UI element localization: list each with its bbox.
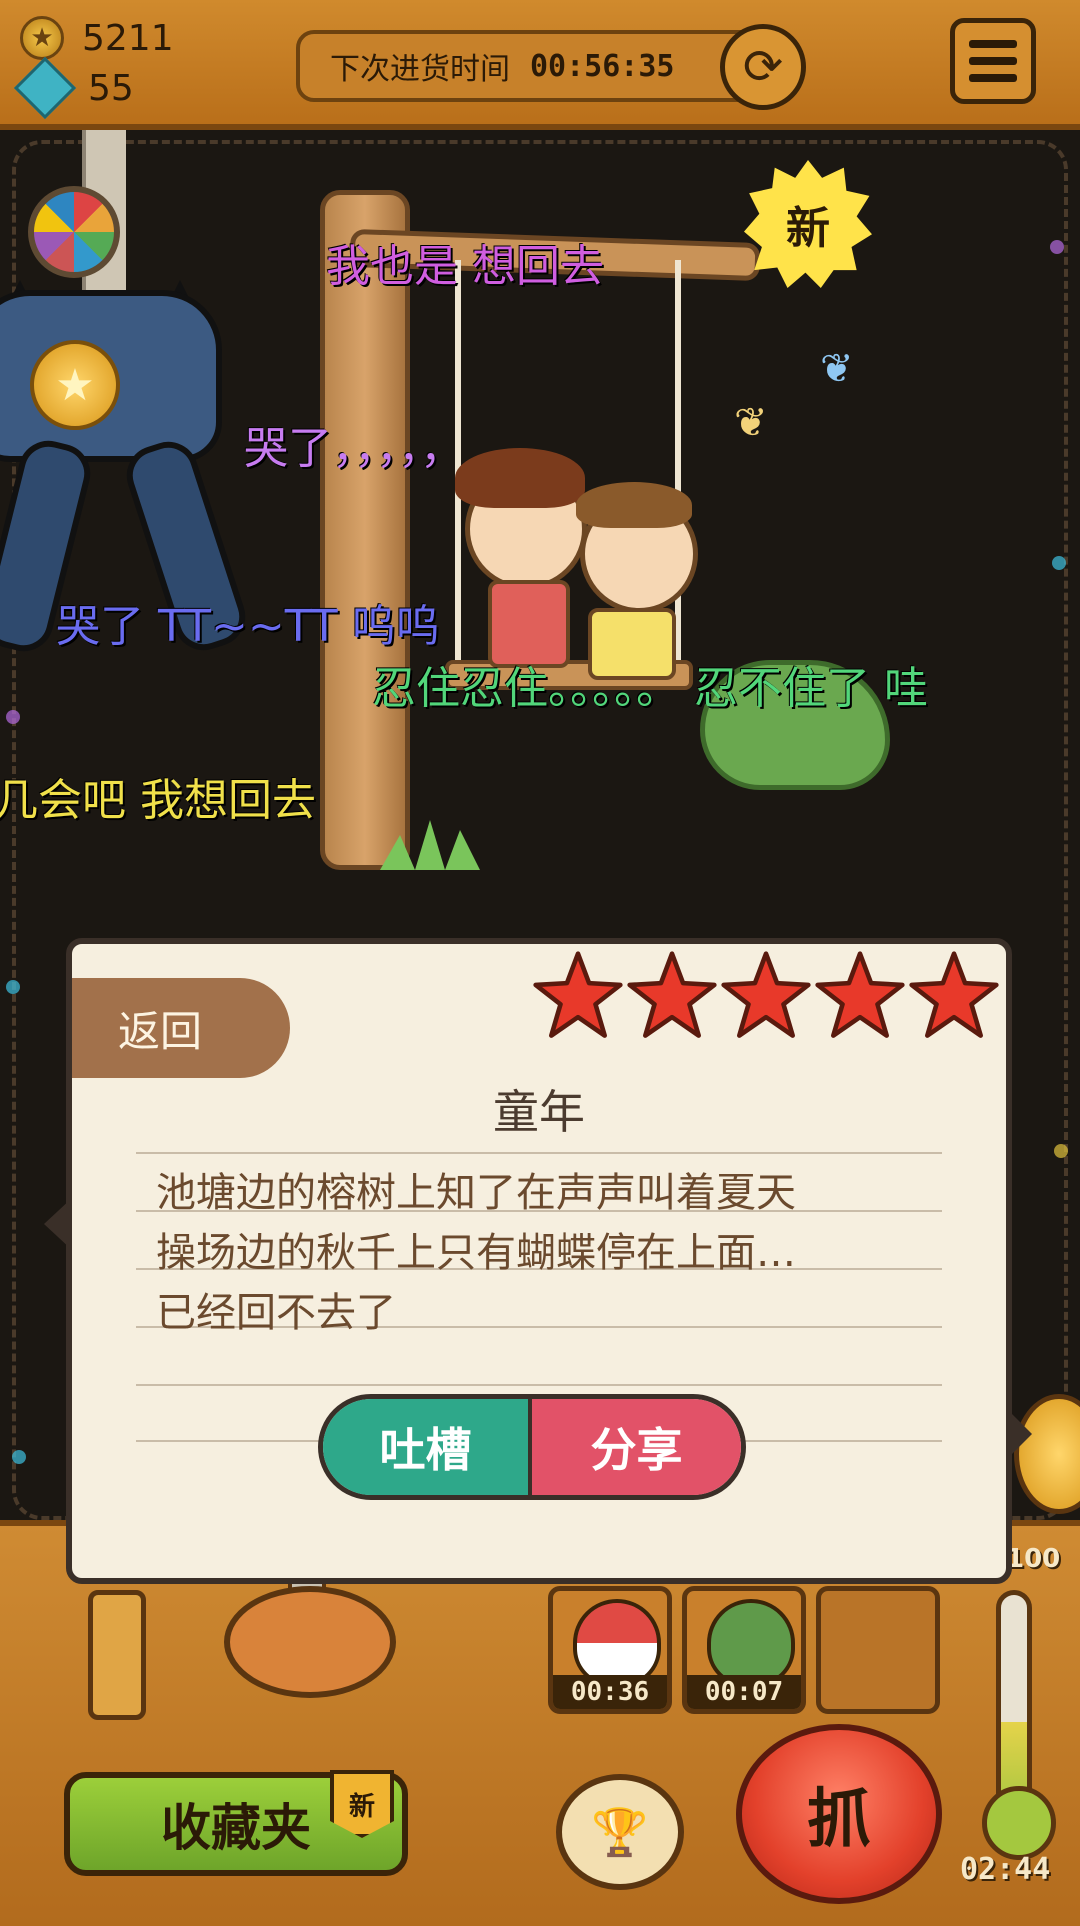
restock-time: 00:56:35	[530, 48, 675, 84]
sparkle-light	[6, 710, 20, 724]
sparkle-light	[12, 1450, 26, 1464]
restock-label: 下次进货时间	[330, 52, 510, 87]
sparkle-light	[1050, 240, 1064, 254]
trophy-button[interactable]: 🏆	[556, 1774, 684, 1890]
green-egg-icon	[707, 1599, 795, 1687]
share-label: 分享	[590, 1423, 683, 1477]
danmaku-comment: 忍住忍住。。。。。 忍不住了 哇	[372, 663, 928, 714]
star-rating	[532, 950, 1000, 1042]
back-label: 返回	[118, 1006, 203, 1056]
empty-egg-slot[interactable]	[816, 1586, 940, 1714]
grab-button[interactable]: 抓	[736, 1724, 942, 1904]
joystick[interactable]	[224, 1586, 396, 1698]
share-button[interactable]: 分享	[532, 1399, 741, 1495]
menu-icon-bar	[969, 40, 1017, 48]
danmaku-comment: 几会吧 我想回去	[0, 775, 316, 826]
danmaku-comment: 哭了，，，，，	[244, 423, 464, 474]
top-bar: ★ 5211 55 下次进货时间 00:56:35 ⟳	[0, 0, 1080, 130]
coin-amount: 5211	[82, 17, 174, 59]
coin-slot	[88, 1590, 146, 1720]
sparkle-light	[1054, 1144, 1068, 1158]
roast-label: 吐槽	[379, 1423, 472, 1477]
power-meter-bulb	[982, 1786, 1056, 1860]
pokeball-egg-icon	[573, 1599, 661, 1687]
butterfly-icon: ❦	[820, 346, 854, 392]
star-icon	[532, 950, 624, 1042]
egg-timer: 00:07	[687, 1675, 801, 1709]
story-line: 操场边的秋千上只有蝴蝶停在上面…	[156, 1230, 796, 1276]
star-icon	[814, 950, 906, 1042]
egg-slot[interactable]: 00:36	[548, 1586, 672, 1714]
menu-button[interactable]	[950, 18, 1036, 104]
menu-icon-bar	[969, 57, 1017, 65]
countdown-clock: 02:44	[960, 1852, 1051, 1887]
girl-hair	[455, 448, 585, 508]
action-buttons: 吐槽 分享	[318, 1394, 746, 1500]
swing-rope	[675, 260, 681, 665]
grab-label: 抓	[807, 1783, 871, 1857]
gem-amount: 55	[88, 67, 134, 109]
collection-label: 收藏夹	[161, 1799, 311, 1857]
roast-button[interactable]: 吐槽	[323, 1399, 532, 1495]
back-button[interactable]: 返回	[72, 978, 290, 1078]
butterfly-icon: ❦	[734, 400, 768, 446]
star-icon	[720, 950, 812, 1042]
story-line: 已经回不去了	[156, 1290, 396, 1336]
story-line: 池塘边的榕树上知了在声声叫着夏天	[156, 1170, 796, 1216]
egg-timer: 00:36	[553, 1675, 667, 1709]
star-icon	[626, 950, 718, 1042]
prize-wheel-icon[interactable]	[28, 186, 120, 278]
sparkle-light	[1052, 556, 1066, 570]
egg-slot[interactable]: 00:07	[682, 1586, 806, 1714]
meter-max-label: 100	[1006, 1544, 1061, 1574]
refresh-icon: ⟳	[742, 39, 784, 95]
star-icon	[908, 950, 1000, 1042]
coin-icon: ★	[20, 16, 64, 60]
coin-counter: ★ 5211	[20, 16, 174, 60]
trophy-icon: 🏆	[591, 1804, 649, 1859]
gem-icon	[13, 56, 77, 120]
card-title: 童年	[493, 1085, 585, 1139]
sparkle-light	[6, 980, 20, 994]
gem-counter: 55	[13, 56, 134, 120]
menu-icon-bar	[969, 74, 1017, 82]
refresh-button[interactable]: ⟳	[720, 24, 806, 110]
danmaku-comment: 我也是 想回去	[326, 241, 604, 292]
medal-icon: ★	[30, 340, 120, 430]
boy-hair	[576, 482, 692, 528]
danmaku-comment: 哭了 TT~~TT 呜呜	[56, 601, 440, 652]
card-pointer	[1010, 1412, 1032, 1456]
